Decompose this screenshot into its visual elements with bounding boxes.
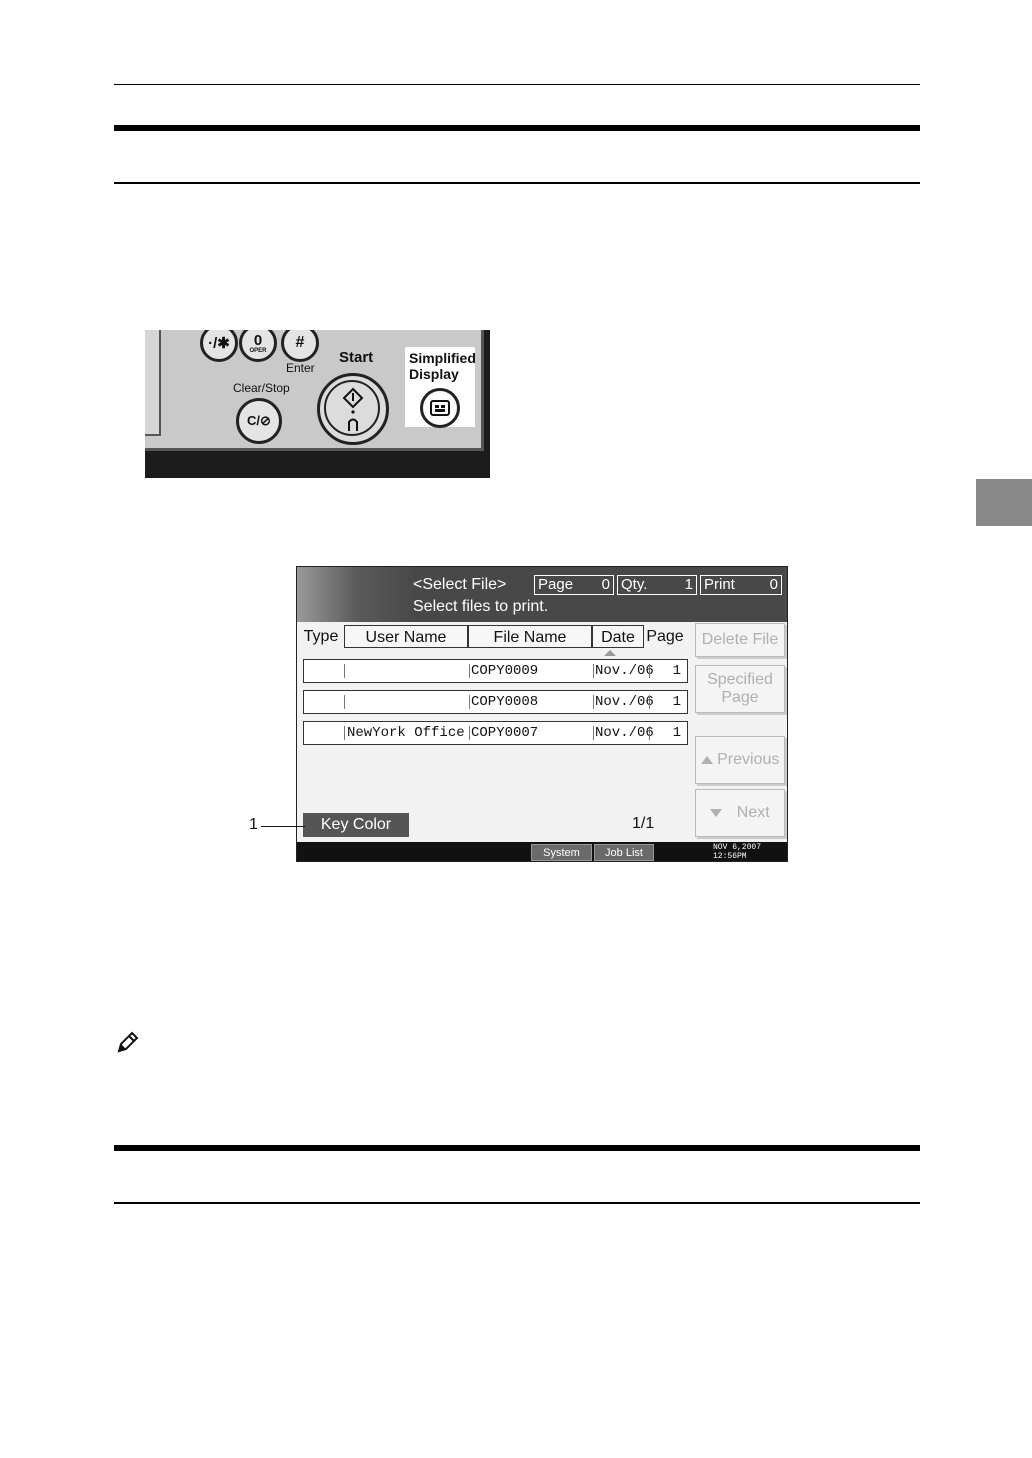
- start-label: Start: [339, 349, 374, 366]
- status-bar: System Status Job List NOV 6,2007 12:56P…: [297, 842, 787, 861]
- row-separator: [469, 695, 470, 709]
- file-row[interactable]: COPY0009 Nov./06 1: [303, 659, 688, 683]
- file-row[interactable]: COPY0008 Nov./06 1: [303, 690, 688, 714]
- section-top-rule: [114, 125, 920, 131]
- panel-notch: [145, 330, 161, 436]
- qty-counter: Qty. 1: [617, 575, 697, 595]
- header-rule: [114, 84, 920, 85]
- row-separator: [649, 664, 650, 678]
- row-separator: [344, 695, 345, 709]
- column-header-type: Type: [303, 628, 339, 645]
- section2-top-rule: [114, 1145, 920, 1151]
- zero-key[interactable]: 0 OPER: [239, 330, 277, 362]
- row-separator: [649, 726, 650, 740]
- screen-subtitle: Select files to print.: [413, 598, 549, 615]
- file-row-page: 1: [672, 694, 681, 710]
- callout-leader-line: [261, 826, 305, 827]
- screen-title: <Select File>: [413, 576, 507, 593]
- row-separator: [593, 664, 594, 678]
- print-counter: Print 0: [700, 575, 782, 595]
- hash-key[interactable]: #: [281, 330, 319, 362]
- sort-ascending-icon: [604, 650, 616, 656]
- chapter-thumb-tab: [976, 479, 1032, 526]
- row-separator: [344, 726, 345, 740]
- file-row[interactable]: NewYork Office COPY0007 Nov./06 1: [303, 721, 688, 745]
- pencil-note-icon: [117, 1031, 139, 1053]
- up-arrow-icon: [700, 755, 713, 764]
- file-row-file-name: COPY0008: [471, 694, 539, 710]
- start-key[interactable]: [317, 373, 389, 445]
- file-row-user: NewYork Office: [347, 725, 465, 741]
- clock-display: NOV 6,2007 12:56PM: [713, 843, 761, 861]
- column-header-user-name[interactable]: User Name: [344, 625, 468, 648]
- previous-button[interactable]: Previous: [695, 736, 785, 784]
- page-counter-label: Page: [538, 576, 574, 593]
- next-button[interactable]: Next: [695, 789, 785, 837]
- section2-bottom-rule: [114, 1202, 920, 1204]
- file-row-page: 1: [672, 725, 681, 741]
- clear-stop-icon: C/⊘: [247, 413, 271, 428]
- row-separator: [593, 726, 594, 740]
- zero-key-label: 0: [253, 331, 263, 349]
- specified-page-label-line1: Specified: [707, 671, 773, 688]
- qty-counter-value: 1: [684, 576, 693, 593]
- clear-stop-label: Clear/Stop: [233, 381, 290, 395]
- column-header-page: Page: [646, 628, 684, 645]
- print-counter-value: 0: [769, 576, 778, 593]
- row-separator: [344, 664, 345, 678]
- simplified-display-key[interactable]: [420, 388, 460, 428]
- star-key-label: ·/✱: [208, 335, 230, 352]
- column-header-file-name[interactable]: File Name: [468, 625, 592, 648]
- qty-counter-label: Qty.: [621, 576, 648, 593]
- row-separator: [593, 695, 594, 709]
- start-diamond-icon: [342, 387, 364, 431]
- previous-label: Previous: [717, 751, 780, 768]
- key-color-button[interactable]: Key Color: [303, 813, 409, 837]
- page-counter: Page 0: [534, 575, 614, 595]
- section-bottom-rule: [114, 182, 920, 184]
- delete-file-label: Delete File: [701, 631, 779, 648]
- zero-key-sublabel: OPER: [249, 347, 267, 354]
- callout-number: 1: [249, 816, 258, 833]
- screen-title-bar: <Select File> Select files to print. Pag…: [297, 567, 787, 622]
- specified-page-label-line2: Page: [721, 689, 759, 706]
- file-row-date: Nov./06: [595, 694, 654, 710]
- clock-time: 12:56PM: [713, 852, 747, 861]
- hash-key-label: #: [295, 334, 305, 351]
- key-color-label: Key Color: [320, 816, 392, 833]
- next-label: Next: [736, 804, 770, 821]
- simplified-label-line1: Simplified: [409, 350, 476, 366]
- page-indicator: 1/1: [632, 815, 655, 832]
- panel-face: ·/✱ 0 OPER # Enter Clear/Stop C/⊘ Start …: [145, 330, 484, 451]
- column-header-date[interactable]: Date: [592, 625, 644, 648]
- specified-page-button[interactable]: Specified Page: [695, 665, 785, 713]
- file-row-date: Nov./06: [595, 725, 654, 741]
- job-list-button[interactable]: Job List: [594, 844, 654, 861]
- row-separator: [469, 726, 470, 740]
- clock-date: NOV 6,2007: [713, 843, 762, 852]
- delete-file-button[interactable]: Delete File: [695, 623, 785, 657]
- print-counter-label: Print: [704, 576, 735, 593]
- file-row-page: 1: [672, 663, 681, 679]
- down-arrow-icon: [710, 808, 723, 817]
- enter-label: Enter: [286, 361, 315, 375]
- simplified-display-icon: [430, 400, 450, 416]
- select-file-screen: <Select File> Select files to print. Pag…: [296, 566, 788, 862]
- file-row-date: Nov./06: [595, 663, 654, 679]
- file-row-file-name: COPY0007: [471, 725, 539, 741]
- page-counter-value: 0: [601, 576, 610, 593]
- clear-stop-key[interactable]: C/⊘: [236, 398, 282, 444]
- system-status-button[interactable]: System Status: [531, 844, 592, 861]
- file-row-file-name: COPY0009: [471, 663, 539, 679]
- row-separator: [469, 664, 470, 678]
- simplified-label-line2: Display: [409, 366, 459, 382]
- control-panel-illustration: ·/✱ 0 OPER # Enter Clear/Stop C/⊘ Start …: [145, 330, 490, 478]
- star-key[interactable]: ·/✱: [200, 330, 238, 362]
- row-separator: [649, 695, 650, 709]
